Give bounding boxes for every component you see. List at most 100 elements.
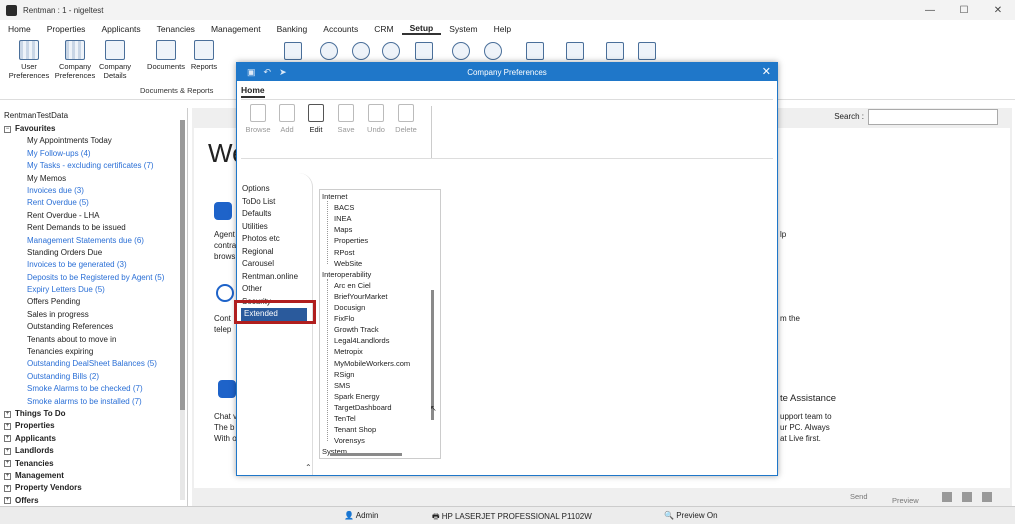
- option-todo-list[interactable]: ToDo List: [239, 196, 312, 209]
- favourite-item[interactable]: Rent Demands to be issued: [0, 222, 187, 234]
- expand-icon[interactable]: +: [4, 435, 11, 443]
- favourite-item[interactable]: Expiry Letters Due (5): [0, 284, 187, 296]
- expand-icon[interactable]: +: [4, 423, 11, 431]
- nav-group-property-vendors[interactable]: + Property Vendors: [0, 482, 187, 494]
- globe-icon[interactable]: [320, 42, 338, 60]
- tree-leaf[interactable]: Legal4Landlords: [334, 336, 389, 345]
- option-utilities[interactable]: Utilities: [239, 221, 312, 234]
- gavel-icon[interactable]: [484, 42, 502, 60]
- expand-icon[interactable]: +: [4, 472, 11, 480]
- dialog-tab-home[interactable]: Home: [241, 85, 265, 98]
- expand-icon[interactable]: +: [4, 485, 11, 493]
- close-icon[interactable]: ✕: [981, 0, 1015, 20]
- favourite-item[interactable]: Management Statements due (6): [0, 235, 187, 247]
- favourite-item[interactable]: Outstanding DealSheet Balances (5): [0, 358, 187, 370]
- tree-leaf[interactable]: Tenant Shop: [334, 425, 376, 434]
- favourite-item[interactable]: Outstanding References: [0, 321, 187, 333]
- nav-group-properties[interactable]: + Properties: [0, 420, 187, 432]
- expand-icon[interactable]: +: [4, 460, 11, 468]
- email-icon[interactable]: [526, 42, 544, 60]
- menu-home[interactable]: Home: [0, 24, 39, 34]
- shield-icon[interactable]: [452, 42, 470, 60]
- option-regional[interactable]: Regional: [239, 246, 312, 259]
- tree-leaf[interactable]: FixFlo: [334, 314, 354, 323]
- favourite-item[interactable]: Outstanding Bills (2): [0, 371, 187, 383]
- menu-setup[interactable]: Setup: [401, 23, 442, 35]
- nav-group-applicants[interactable]: + Applicants: [0, 433, 187, 445]
- favourites-group[interactable]: − Favourites: [0, 123, 187, 135]
- favourite-item[interactable]: My Follow-ups (4): [0, 148, 187, 160]
- status-preview-on[interactable]: 🔍 Preview On: [664, 511, 718, 520]
- copy-icon[interactable]: [942, 492, 952, 502]
- favourite-item[interactable]: Offers Pending: [0, 296, 187, 308]
- expand-icon[interactable]: +: [4, 497, 11, 505]
- preview-checkbox[interactable]: Preview: [892, 496, 919, 505]
- favourite-item[interactable]: My Tasks - excluding certificates (7): [0, 160, 187, 172]
- menu-applicants[interactable]: Applicants: [93, 24, 148, 34]
- ribbon-extra-icon-1[interactable]: [284, 42, 302, 60]
- chevron-up-icon[interactable]: ⌃: [305, 463, 312, 472]
- minimize-icon[interactable]: —: [913, 0, 947, 20]
- calculator-icon[interactable]: [638, 42, 656, 60]
- option-options[interactable]: Options: [239, 183, 312, 196]
- tree-leaf[interactable]: BriefYourMarket: [334, 292, 388, 301]
- favourite-item[interactable]: My Memos: [0, 173, 187, 185]
- menu-banking[interactable]: Banking: [269, 24, 316, 34]
- tree-leaf[interactable]: WebSite: [334, 259, 362, 268]
- bank-icon[interactable]: [415, 42, 433, 60]
- tree-scrollbar[interactable]: [431, 290, 434, 420]
- expand-icon[interactable]: +: [4, 410, 11, 418]
- favourite-item[interactable]: Rent Overdue - LHA: [0, 210, 187, 222]
- option-other[interactable]: Other: [239, 283, 312, 296]
- user-icon[interactable]: [982, 492, 992, 502]
- option-photos-etc[interactable]: Photos etc: [239, 233, 312, 246]
- tree-leaf[interactable]: MyMobileWorkers.com: [334, 359, 410, 368]
- undo-icon[interactable]: ↶: [264, 67, 272, 78]
- send-button[interactable]: Send: [850, 492, 868, 501]
- company-details-button[interactable]: Company Details: [92, 40, 138, 80]
- tree-node-internet[interactable]: Internet: [322, 192, 347, 201]
- location-icon[interactable]: [382, 42, 400, 60]
- list-icon[interactable]: [566, 42, 584, 60]
- nav-group-tenancies[interactable]: + Tenancies: [0, 458, 187, 470]
- tree-leaf[interactable]: Maps: [334, 225, 352, 234]
- settings-icon[interactable]: [606, 42, 624, 60]
- left-panel-scroll-thumb[interactable]: [180, 120, 185, 410]
- tree-leaf[interactable]: RSign: [334, 370, 354, 379]
- undo-button[interactable]: Undo: [361, 104, 391, 134]
- tree-leaf[interactable]: Arc en Ciel: [334, 281, 371, 290]
- user-preferences-button[interactable]: User Preferences: [6, 40, 52, 80]
- tree-node-interoperability[interactable]: Interoperability: [322, 270, 371, 279]
- nav-group-landlords[interactable]: + Landlords: [0, 445, 187, 457]
- edit-button[interactable]: Edit: [301, 104, 331, 134]
- add-button[interactable]: Add: [272, 104, 302, 134]
- tree-root[interactable]: RentmanTestData: [0, 108, 187, 123]
- tree-leaf[interactable]: Docusign: [334, 303, 365, 312]
- tree-leaf[interactable]: TargetDashboard: [334, 403, 392, 412]
- maximize-icon[interactable]: ☐: [947, 0, 981, 20]
- dialog-close-icon[interactable]: ✕: [762, 65, 771, 78]
- tree-leaf[interactable]: Properties: [334, 236, 368, 245]
- tree-leaf[interactable]: Growth Track: [334, 325, 379, 334]
- menu-tenancies[interactable]: Tenancies: [149, 24, 203, 34]
- favourite-item[interactable]: My Appointments Today: [0, 135, 187, 147]
- menu-properties[interactable]: Properties: [39, 24, 94, 34]
- menu-system[interactable]: System: [441, 24, 485, 34]
- menu-help[interactable]: Help: [486, 24, 519, 34]
- menu-accounts[interactable]: Accounts: [315, 24, 366, 34]
- favourite-item[interactable]: Smoke alarms to be installed (7): [0, 396, 187, 408]
- tree-leaf[interactable]: Metropix: [334, 347, 363, 356]
- tree-leaf[interactable]: BACS: [334, 203, 354, 212]
- save-button[interactable]: Save: [331, 104, 361, 134]
- favourite-item[interactable]: Invoices due (3): [0, 185, 187, 197]
- favourite-item[interactable]: Tenants about to move in: [0, 334, 187, 346]
- tree-leaf[interactable]: Vorensys: [334, 436, 365, 445]
- favourite-item[interactable]: Tenancies expiring: [0, 346, 187, 358]
- favourite-item[interactable]: Deposits to be Registered by Agent (5): [0, 272, 187, 284]
- option-rentman-online[interactable]: Rentman.online: [239, 271, 312, 284]
- browse-button[interactable]: Browse: [243, 104, 273, 134]
- favourite-item[interactable]: Invoices to be generated (3): [0, 259, 187, 271]
- send-icon[interactable]: ➤: [279, 67, 287, 78]
- globe-icon-2[interactable]: [352, 42, 370, 60]
- expand-icon[interactable]: +: [4, 447, 11, 455]
